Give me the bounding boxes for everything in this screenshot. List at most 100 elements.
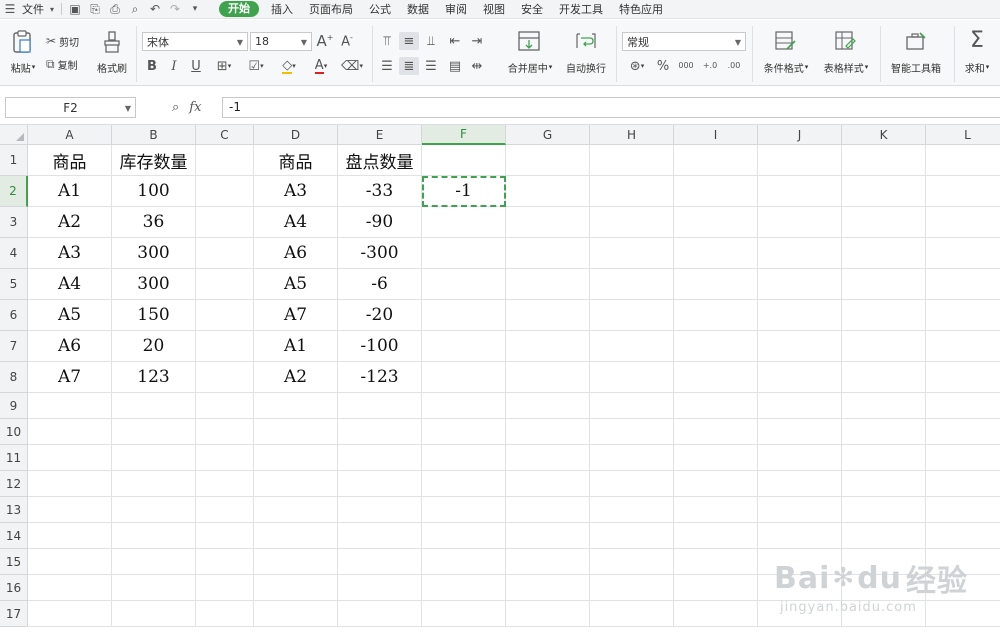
cell-d3[interactable]: A4 bbox=[254, 207, 338, 238]
save-icon[interactable]: ▣ bbox=[65, 0, 85, 19]
cell-f15[interactable] bbox=[422, 549, 506, 575]
cell-h11[interactable] bbox=[590, 445, 674, 471]
tab-1[interactable]: 插入 bbox=[263, 0, 301, 19]
cell-a6[interactable]: A5 bbox=[28, 300, 112, 331]
cell-h2[interactable] bbox=[590, 176, 674, 207]
cell-g11[interactable] bbox=[506, 445, 590, 471]
font-size-select[interactable]: 18 ▼ bbox=[250, 32, 312, 51]
cell-g17[interactable] bbox=[506, 601, 590, 627]
cell-e3[interactable]: -90 bbox=[338, 207, 422, 238]
cell-c6[interactable] bbox=[196, 300, 254, 331]
cell-j5[interactable] bbox=[758, 269, 842, 300]
cell-k16[interactable] bbox=[842, 575, 926, 601]
cell-g5[interactable] bbox=[506, 269, 590, 300]
row-header-17[interactable]: 17 bbox=[0, 601, 28, 627]
cell-a8[interactable]: A7 bbox=[28, 362, 112, 393]
column-header-i[interactable]: I bbox=[674, 125, 758, 145]
cell-i8[interactable] bbox=[674, 362, 758, 393]
cell-k8[interactable] bbox=[842, 362, 926, 393]
select-all-corner[interactable] bbox=[0, 125, 28, 145]
column-header-b[interactable]: B bbox=[112, 125, 196, 145]
column-header-k[interactable]: K bbox=[842, 125, 926, 145]
fill-color-button[interactable]: ◇ ▾ bbox=[274, 57, 304, 75]
undo-icon[interactable]: ↶ bbox=[145, 0, 165, 19]
cell-j2[interactable] bbox=[758, 176, 842, 207]
cell-b5[interactable]: 300 bbox=[112, 269, 196, 300]
cell-f11[interactable] bbox=[422, 445, 506, 471]
cell-f3[interactable] bbox=[422, 207, 506, 238]
cell-f13[interactable] bbox=[422, 497, 506, 523]
row-header-14[interactable]: 14 bbox=[0, 523, 28, 549]
cell-d16[interactable] bbox=[254, 575, 338, 601]
cell-c2[interactable] bbox=[196, 176, 254, 207]
cell-h12[interactable] bbox=[590, 471, 674, 497]
tab-0[interactable]: 开始 bbox=[219, 1, 259, 17]
font-color-button[interactable]: A ▾ bbox=[306, 57, 336, 75]
cell-j17[interactable] bbox=[758, 601, 842, 627]
cell-d7[interactable]: A1 bbox=[254, 331, 338, 362]
formula-input[interactable]: -1 bbox=[222, 97, 1000, 118]
cell-d14[interactable] bbox=[254, 523, 338, 549]
cell-b16[interactable] bbox=[112, 575, 196, 601]
cell-j7[interactable] bbox=[758, 331, 842, 362]
column-header-h[interactable]: H bbox=[590, 125, 674, 145]
cell-e16[interactable] bbox=[338, 575, 422, 601]
cell-c7[interactable] bbox=[196, 331, 254, 362]
cell-l16[interactable] bbox=[926, 575, 1000, 601]
cell-a15[interactable] bbox=[28, 549, 112, 575]
cell-g3[interactable] bbox=[506, 207, 590, 238]
cell-i5[interactable] bbox=[674, 269, 758, 300]
align-middle-button[interactable]: ≡ bbox=[399, 32, 419, 50]
cell-h9[interactable] bbox=[590, 393, 674, 419]
clear-format-button[interactable]: ⌫ ▾ bbox=[338, 57, 366, 75]
cell-i13[interactable] bbox=[674, 497, 758, 523]
column-header-a[interactable]: A bbox=[28, 125, 112, 145]
cell-f2[interactable]: -1 bbox=[422, 176, 506, 207]
column-header-e[interactable]: E bbox=[338, 125, 422, 145]
cell-b15[interactable] bbox=[112, 549, 196, 575]
cell-h17[interactable] bbox=[590, 601, 674, 627]
row-header-16[interactable]: 16 bbox=[0, 575, 28, 601]
cell-f5[interactable] bbox=[422, 269, 506, 300]
row-header-8[interactable]: 8 bbox=[0, 362, 28, 393]
cell-a7[interactable]: A6 bbox=[28, 331, 112, 362]
sum-button[interactable]: 求和 ▾ bbox=[958, 60, 996, 75]
cell-g9[interactable] bbox=[506, 393, 590, 419]
border-button[interactable]: ⊞ ▾ bbox=[210, 57, 238, 75]
font-name-select[interactable]: 宋体 ▼ bbox=[142, 32, 248, 51]
cell-k17[interactable] bbox=[842, 601, 926, 627]
cell-g12[interactable] bbox=[506, 471, 590, 497]
cell-h16[interactable] bbox=[590, 575, 674, 601]
cell-b7[interactable]: 20 bbox=[112, 331, 196, 362]
tab-2[interactable]: 页面布局 bbox=[301, 0, 361, 19]
insert-function-icon[interactable]: fx bbox=[189, 100, 201, 115]
smart-toolbox-icon-button[interactable] bbox=[902, 28, 930, 54]
tab-5[interactable]: 审阅 bbox=[437, 0, 475, 19]
row-header-4[interactable]: 4 bbox=[0, 238, 28, 269]
cell-j3[interactable] bbox=[758, 207, 842, 238]
cell-k11[interactable] bbox=[842, 445, 926, 471]
cell-f4[interactable] bbox=[422, 238, 506, 269]
cell-k9[interactable] bbox=[842, 393, 926, 419]
cell-l10[interactable] bbox=[926, 419, 1000, 445]
paste-dropdown[interactable]: 粘贴 ▾ bbox=[6, 60, 40, 75]
cell-l7[interactable] bbox=[926, 331, 1000, 362]
cell-g1[interactable] bbox=[506, 145, 590, 176]
paste-button[interactable] bbox=[8, 28, 36, 56]
row-header-9[interactable]: 9 bbox=[0, 393, 28, 419]
cell-b13[interactable] bbox=[112, 497, 196, 523]
cell-k6[interactable] bbox=[842, 300, 926, 331]
percent-button[interactable]: % bbox=[654, 57, 672, 75]
cell-d6[interactable]: A7 bbox=[254, 300, 338, 331]
cell-e4[interactable]: -300 bbox=[338, 238, 422, 269]
cell-c12[interactable] bbox=[196, 471, 254, 497]
cell-b3[interactable]: 36 bbox=[112, 207, 196, 238]
decrease-indent-button[interactable]: ⇤ bbox=[446, 32, 464, 50]
column-header-d[interactable]: D bbox=[254, 125, 338, 145]
row-header-11[interactable]: 11 bbox=[0, 445, 28, 471]
cell-e2[interactable]: -33 bbox=[338, 176, 422, 207]
cell-f17[interactable] bbox=[422, 601, 506, 627]
cell-c1[interactable] bbox=[196, 145, 254, 176]
cell-l14[interactable] bbox=[926, 523, 1000, 549]
cell-j4[interactable] bbox=[758, 238, 842, 269]
